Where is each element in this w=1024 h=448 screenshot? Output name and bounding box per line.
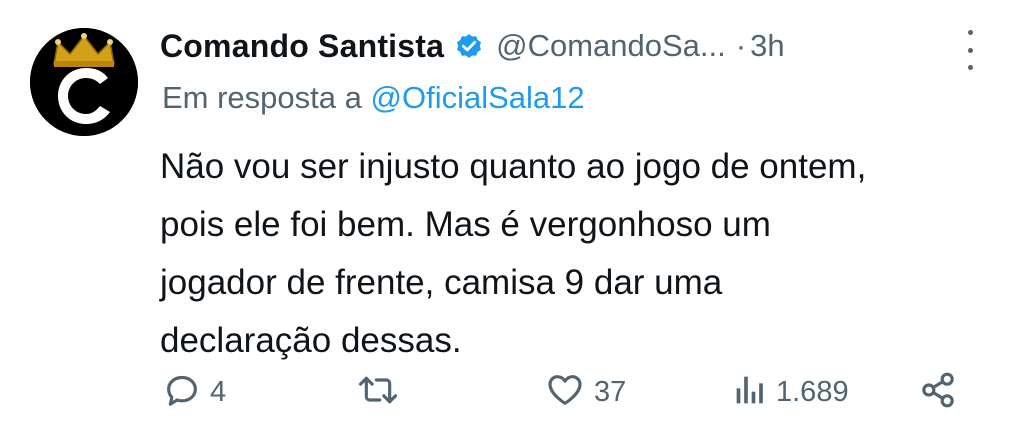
- crowned-c-logo-icon: [30, 28, 138, 136]
- tweet-text-line: declaração dessas.: [160, 321, 462, 360]
- more-dot: [967, 30, 973, 35]
- author-handle[interactable]: @ComandoSa...: [496, 28, 726, 64]
- tweet[interactable]: Comando Santista @ComandoSa... · 3h Em r…: [0, 0, 1024, 448]
- share-button[interactable]: [918, 366, 958, 418]
- tweet-text-line: jogador de frente, camisa 9 dar uma: [160, 263, 723, 302]
- reply-context: Em resposta a @OficialSala12: [162, 80, 585, 116]
- reply-mention-link[interactable]: @OficialSala12: [371, 80, 585, 115]
- like-count: 37: [594, 375, 627, 408]
- more-dot: [967, 65, 973, 70]
- separator-dot: ·: [735, 28, 747, 63]
- views-count: 1.689: [776, 375, 849, 408]
- views-button[interactable]: 1.689: [732, 366, 849, 418]
- tweet-text-line: Não vou ser injusto quanto ao jogo de on…: [160, 147, 867, 186]
- reply-button[interactable]: 4: [162, 366, 226, 418]
- action-bar: 4 37 1.689: [160, 366, 980, 418]
- more-dot: [967, 47, 973, 53]
- share-icon: [918, 370, 958, 415]
- reply-count: 4: [210, 375, 227, 408]
- tweet-time[interactable]: 3h: [750, 28, 784, 64]
- analytics-bars-icon: [732, 370, 768, 415]
- verified-badge-icon: [454, 31, 484, 61]
- reply-icon: [162, 370, 202, 415]
- avatar[interactable]: [30, 28, 138, 136]
- tweet-text-line: pois ele foi bem. Mas é vergonhoso um: [160, 205, 771, 244]
- tweet-header: Comando Santista @ComandoSa... · 3h: [160, 22, 785, 70]
- tweet-text: Não vou ser injusto quanto ao jogo de on…: [160, 138, 990, 370]
- display-name[interactable]: Comando Santista: [160, 28, 444, 65]
- heart-icon: [544, 370, 586, 415]
- like-button[interactable]: 37: [544, 366, 626, 418]
- reply-prefix: Em resposta a: [162, 80, 362, 115]
- more-options-icon[interactable]: [958, 30, 982, 70]
- retweet-icon: [356, 370, 400, 415]
- retweet-button[interactable]: [356, 366, 408, 418]
